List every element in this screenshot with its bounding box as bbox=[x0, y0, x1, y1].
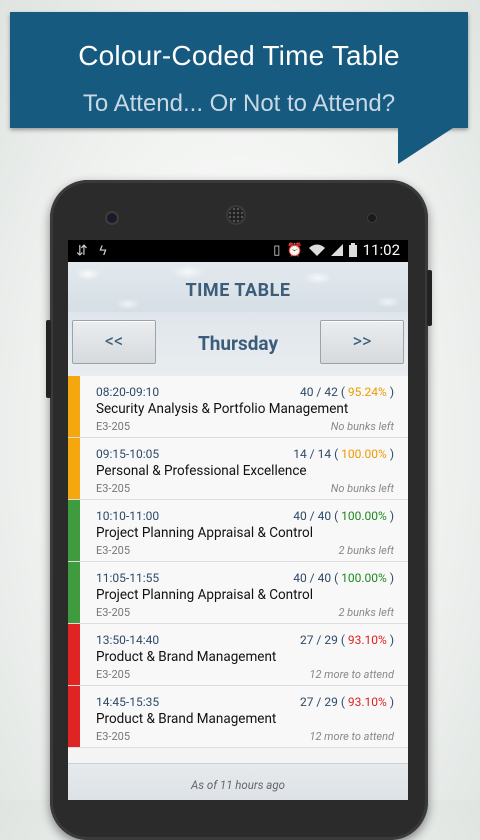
title-area: TIME TABLE bbox=[68, 262, 408, 312]
attendance-count: 27 / 29 bbox=[299, 633, 338, 647]
signal-icon bbox=[330, 244, 343, 256]
day-navigation: << Thursday >> bbox=[68, 312, 408, 376]
class-room: E3-205 bbox=[96, 544, 131, 557]
attendance-percent: 93.10% bbox=[347, 695, 387, 709]
attendance-summary: 27 / 29 ( 93.10% ) bbox=[299, 633, 394, 647]
status-bar: ⇵ ϟ ▯ ⏰ 11:02 bbox=[68, 240, 408, 262]
class-subject: Product & Brand Management bbox=[96, 649, 277, 665]
status-right-icons: ▯ ⏰ 11:02 bbox=[273, 241, 400, 259]
class-row[interactable]: 14:45-15:35 27 / 29 ( 93.10% ) Product &… bbox=[68, 686, 408, 748]
status-time: 11:02 bbox=[362, 241, 400, 259]
class-room: E3-205 bbox=[96, 730, 131, 743]
proximity-sensor bbox=[368, 214, 376, 222]
class-subject: Project Planning Appraisal & Control bbox=[96, 587, 313, 603]
status-color-bar bbox=[68, 376, 80, 437]
promo-banner: Colour-Coded Time Table To Attend... Or … bbox=[10, 12, 468, 128]
phone-screen: ⇵ ϟ ▯ ⏰ 11:02 TIME TABLE << Thursday >> bbox=[68, 240, 408, 800]
bunk-note: 2 bunks left bbox=[338, 606, 394, 619]
speech-bubble-tail bbox=[398, 126, 456, 164]
class-row[interactable]: 11:05-11:55 40 / 40 ( 100.00% ) Project … bbox=[68, 562, 408, 624]
attendance-percent: 100.00% bbox=[341, 509, 387, 523]
attendance-count: 14 / 14 bbox=[293, 447, 332, 461]
attendance-count: 40 / 40 bbox=[293, 509, 332, 523]
class-time: 08:20-09:10 bbox=[96, 385, 160, 399]
bunk-note: No bunks left bbox=[330, 482, 394, 495]
banner-title: Colour-Coded Time Table bbox=[78, 40, 400, 71]
next-day-button[interactable]: >> bbox=[320, 320, 404, 364]
banner-subtitle: To Attend... Or Not to Attend? bbox=[82, 90, 396, 117]
class-time: 14:45-15:35 bbox=[96, 695, 160, 709]
attendance-count: 40 / 40 bbox=[293, 571, 332, 585]
bunk-note: 12 more to attend bbox=[309, 668, 394, 681]
class-time: 10:10-11:00 bbox=[96, 509, 160, 523]
volume-button bbox=[46, 320, 51, 398]
status-color-bar bbox=[68, 624, 80, 685]
usb-icon: ⇵ bbox=[76, 243, 88, 259]
class-time: 11:05-11:55 bbox=[96, 571, 160, 585]
class-time: 09:15-10:05 bbox=[96, 447, 160, 461]
status-color-bar bbox=[68, 562, 80, 623]
page-title: TIME TABLE bbox=[185, 280, 291, 301]
bunk-note: 12 more to attend bbox=[309, 730, 394, 743]
attendance-summary: 40 / 42 ( 95.24% ) bbox=[299, 385, 394, 399]
attendance-percent: 100.00% bbox=[341, 447, 387, 461]
attendance-percent: 100.00% bbox=[341, 571, 387, 585]
bunk-note: No bunks left bbox=[330, 420, 394, 433]
power-button bbox=[427, 270, 432, 326]
last-updated-text: As of 11 hours ago bbox=[191, 778, 285, 792]
status-color-bar bbox=[68, 438, 80, 499]
footer: As of 11 hours ago bbox=[68, 763, 408, 800]
class-room: E3-205 bbox=[96, 606, 131, 619]
wifi-icon bbox=[308, 244, 325, 256]
class-room: E3-205 bbox=[96, 668, 131, 681]
front-camera bbox=[107, 213, 117, 223]
charging-icon: ϟ bbox=[99, 243, 107, 259]
vibrate-icon: ▯ bbox=[273, 242, 281, 258]
class-row[interactable]: 09:15-10:05 14 / 14 ( 100.00% ) Personal… bbox=[68, 438, 408, 500]
attendance-summary: 40 / 40 ( 100.00% ) bbox=[293, 509, 394, 523]
class-row[interactable]: 10:10-11:00 40 / 40 ( 100.00% ) Project … bbox=[68, 500, 408, 562]
status-left-icons: ⇵ ϟ bbox=[76, 242, 107, 259]
attendance-percent: 93.10% bbox=[347, 633, 387, 647]
class-row[interactable]: 08:20-09:10 40 / 42 ( 95.24% ) Security … bbox=[68, 376, 408, 438]
status-color-bar bbox=[68, 686, 80, 747]
attendance-summary: 14 / 14 ( 100.00% ) bbox=[293, 447, 394, 461]
bunk-note: 2 bunks left bbox=[338, 544, 394, 557]
alarm-icon: ⏰ bbox=[286, 242, 303, 258]
attendance-percent: 95.24% bbox=[347, 385, 387, 399]
attendance-summary: 27 / 29 ( 93.10% ) bbox=[299, 695, 394, 709]
class-subject: Personal & Professional Excellence bbox=[96, 463, 307, 479]
attendance-count: 27 / 29 bbox=[299, 695, 338, 709]
attendance-summary: 40 / 40 ( 100.00% ) bbox=[293, 571, 394, 585]
battery-icon bbox=[348, 243, 357, 257]
class-row[interactable]: 13:50-14:40 27 / 29 ( 93.10% ) Product &… bbox=[68, 624, 408, 686]
class-room: E3-205 bbox=[96, 420, 131, 433]
attendance-count: 40 / 42 bbox=[299, 385, 338, 399]
class-room: E3-205 bbox=[96, 482, 131, 495]
class-list: 08:20-09:10 40 / 42 ( 95.24% ) Security … bbox=[68, 376, 408, 748]
status-color-bar bbox=[68, 500, 80, 561]
earpiece-speaker bbox=[228, 207, 244, 223]
class-subject: Product & Brand Management bbox=[96, 711, 277, 727]
class-subject: Security Analysis & Portfolio Management bbox=[96, 401, 349, 417]
class-time: 13:50-14:40 bbox=[96, 633, 160, 647]
class-subject: Project Planning Appraisal & Control bbox=[96, 525, 313, 541]
